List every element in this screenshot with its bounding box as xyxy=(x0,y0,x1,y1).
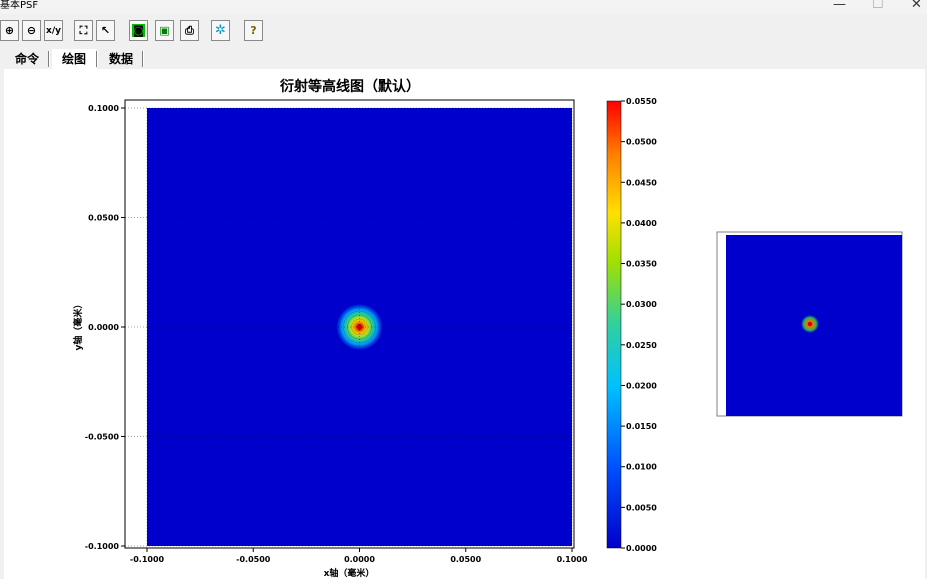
psf-contour-chart: -0.1000 -0.0500 0.0000 0.0500 0.1000 0.1000 0.… xyxy=(72,97,903,579)
colorbar-tick-label: 0.0150 xyxy=(626,422,657,431)
colorbar-tick-label: 0.0000 xyxy=(626,544,657,553)
x-tick-label: -0.0500 xyxy=(236,555,271,564)
colorbar-tick-label: 0.0100 xyxy=(626,463,657,472)
x-tick-label: -0.1000 xyxy=(130,555,165,564)
y-tick-label: 0.1000 xyxy=(88,104,119,113)
colorbar-tick-label: 0.0300 xyxy=(626,300,657,309)
colorbar-tick-label: 0.0400 xyxy=(626,219,657,228)
y-tick-label: -0.0500 xyxy=(85,433,120,442)
preview-peak-center xyxy=(808,322,812,326)
colorbar-tick-label: 0.0050 xyxy=(626,503,657,512)
x-tick-label: 0.1000 xyxy=(557,555,588,564)
x-tick-label: 0.0000 xyxy=(344,555,375,564)
y-tick-label: 0.0000 xyxy=(88,323,119,332)
colorbar-tick-label: 0.0550 xyxy=(626,97,657,106)
colorbar-tick-label: 0.0350 xyxy=(626,260,657,269)
y-tick-label: -0.1000 xyxy=(85,542,120,551)
colorbar-tick-label: 0.0500 xyxy=(626,138,657,147)
y-tick-label: 0.0500 xyxy=(88,214,119,223)
y-axis-label: y轴（毫米） xyxy=(72,300,84,351)
colorbar-tick-label: 0.0450 xyxy=(626,178,657,187)
colorbar-tick-label: 0.0200 xyxy=(626,381,657,390)
x-tick-label: 0.0500 xyxy=(450,555,481,564)
x-axis-label: x轴（毫米） xyxy=(324,567,375,579)
colorbar-tick-label: 0.0250 xyxy=(626,341,657,350)
colorbar-gradient xyxy=(606,100,622,549)
